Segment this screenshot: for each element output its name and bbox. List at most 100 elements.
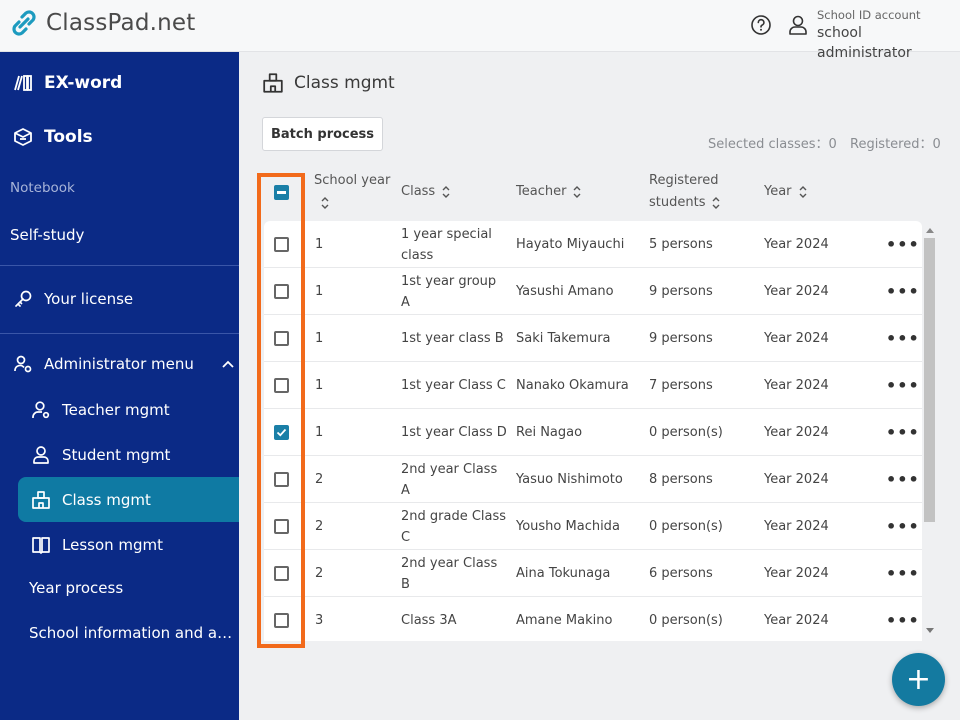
cell-registered-students: 0 person(s) (649, 425, 723, 440)
more-options-icon[interactable]: ••• (886, 564, 920, 583)
sidebar: EX-word Tools Notebook Self-study Your l… (0, 52, 239, 720)
cell-year: Year 2024 (764, 331, 829, 346)
cell-year: Year 2024 (764, 284, 829, 299)
table-row[interactable]: 1 1st year class B Saki Takemura 9 persons Y… (264, 315, 922, 362)
table-row[interactable]: 1 1st year Class D Rei Nagao 0 person(s) Yea… (264, 409, 922, 456)
more-options-icon[interactable]: ••• (886, 423, 920, 442)
table-row[interactable]: 2 2nd year Class B Aina Tokunaga 6 persons Ye… (264, 550, 922, 597)
cell-teacher: Hayato Miyauchi (516, 237, 625, 252)
cell-registered-students: 6 persons (649, 566, 713, 581)
selected-classes-count: Selected classes：0 (708, 137, 837, 152)
building-icon (263, 73, 283, 93)
row-checkbox[interactable] (274, 519, 289, 534)
sidebar-item-administrator-menu[interactable]: Administrator menu (12, 353, 251, 375)
sidebar-item-ex-word[interactable]: EX-word (12, 72, 251, 94)
scroll-up-arrow-icon[interactable] (926, 228, 934, 233)
table-row[interactable]: 3 Class 3A Amane Makino 0 person(s) Year 202… (264, 597, 922, 641)
more-options-icon[interactable]: ••• (886, 470, 920, 489)
class-table: 1 1 year special class Hayato Miyauchi 5 per… (264, 221, 922, 641)
sort-icon[interactable] (711, 196, 721, 210)
cell-year: Year 2024 (764, 566, 829, 581)
add-class-button[interactable]: + (892, 653, 945, 706)
more-options-icon[interactable]: ••• (886, 611, 920, 630)
more-options-icon[interactable]: ••• (886, 517, 920, 536)
account-info[interactable]: School ID account school administrator (817, 8, 960, 63)
cell-class: 1 year special class (401, 227, 492, 263)
admin-icon (12, 353, 34, 375)
table-row[interactable]: 2 2nd year Class A Yasuo Nishimoto 8 persons… (264, 456, 922, 503)
cell-school-year: 2 (315, 519, 324, 534)
cell-year: Year 2024 (764, 519, 829, 534)
cell-class: Class 3A (401, 613, 457, 628)
cell-year: Year 2024 (764, 613, 829, 628)
app-logo[interactable]: ClassPad.net (10, 9, 196, 37)
table-row[interactable]: 2 2nd grade Class C Yousho Machida 0 person(… (264, 503, 922, 550)
cell-teacher: Yasushi Amano (516, 284, 614, 299)
cell-teacher: Yasuo Nishimoto (516, 472, 623, 487)
scroll-thumb[interactable] (924, 238, 935, 522)
user-account-icon[interactable] (788, 14, 808, 36)
row-checkbox[interactable] (274, 613, 289, 628)
row-checkbox[interactable] (274, 472, 289, 487)
chevron-up-icon[interactable] (222, 360, 234, 368)
row-checkbox[interactable] (274, 378, 289, 393)
column-header-year[interactable]: Year (764, 181, 808, 203)
more-options-icon[interactable]: ••• (886, 329, 920, 348)
sidebar-item-year-process[interactable]: Year process (29, 579, 268, 597)
sort-icon[interactable] (572, 185, 582, 199)
row-checkbox[interactable] (274, 331, 289, 346)
sidebar-divider (0, 265, 239, 266)
more-options-icon[interactable]: ••• (886, 235, 920, 254)
help-icon[interactable] (750, 14, 772, 36)
table-row[interactable]: 1 1st year group A Yasushi Amano 9 persons Ye… (264, 268, 922, 315)
cell-teacher: Aina Tokunaga (516, 566, 611, 581)
column-header-school-year[interactable]: School year (314, 170, 390, 214)
cell-year: Year 2024 (764, 472, 829, 487)
sort-icon[interactable] (798, 185, 808, 199)
cell-registered-students: 0 person(s) (649, 613, 723, 628)
cell-registered-students: 9 persons (649, 331, 713, 346)
row-checkbox[interactable] (274, 425, 289, 440)
key-icon (12, 288, 34, 310)
row-checkbox[interactable] (274, 237, 289, 252)
app-title: ClassPad.net (46, 10, 196, 36)
cell-registered-students: 0 person(s) (649, 519, 723, 534)
column-header-registered-students[interactable]: Registered students (649, 170, 721, 214)
cell-school-year: 1 (315, 284, 324, 299)
user-icon (30, 444, 52, 466)
sidebar-item-school-information[interactable]: School information and a… (29, 624, 268, 642)
registered-count: Registered：0 (850, 137, 941, 152)
scroll-down-arrow-icon[interactable] (926, 628, 934, 633)
sort-icon[interactable] (320, 196, 330, 210)
sidebar-item-class-mgmt[interactable]: Class mgmt (18, 477, 239, 522)
teacher-icon (30, 399, 52, 421)
sidebar-item-self-study[interactable]: Self-study (10, 226, 249, 244)
sidebar-item-your-license[interactable]: Your license (12, 288, 251, 310)
toolbox-icon (12, 126, 34, 148)
column-header-teacher[interactable]: Teacher (516, 181, 582, 203)
cell-registered-students: 8 persons (649, 472, 713, 487)
cell-registered-students: 9 persons (649, 284, 713, 299)
sidebar-item-student-mgmt[interactable]: Student mgmt (30, 444, 269, 466)
cell-class: 2nd year Class B (401, 556, 498, 592)
more-options-icon[interactable]: ••• (886, 282, 920, 301)
cell-school-year: 2 (315, 566, 324, 581)
table-row[interactable]: 1 1 year special class Hayato Miyauchi 5 per… (264, 221, 922, 268)
cell-year: Year 2024 (764, 425, 829, 440)
select-all-checkbox[interactable] (274, 185, 289, 200)
batch-process-button[interactable]: Batch process (262, 117, 384, 151)
cell-teacher: Yousho Machida (516, 519, 620, 534)
table-row[interactable]: 1 1st year Class C Nanako Okamura 7 persons… (264, 362, 922, 409)
sidebar-item-lesson-mgmt[interactable]: Lesson mgmt (30, 534, 269, 556)
sidebar-item-teacher-mgmt[interactable]: Teacher mgmt (30, 399, 269, 421)
table-scrollbar[interactable] (924, 226, 936, 636)
column-header-class[interactable]: Class (401, 181, 451, 203)
cell-school-year: 1 (315, 425, 324, 440)
sort-icon[interactable] (441, 185, 451, 199)
more-options-icon[interactable]: ••• (886, 376, 920, 395)
row-checkbox[interactable] (274, 566, 289, 581)
row-checkbox[interactable] (274, 284, 289, 299)
sidebar-item-tools[interactable]: Tools (12, 126, 251, 148)
cell-teacher: Nanako Okamura (516, 378, 629, 393)
cell-registered-students: 7 persons (649, 378, 713, 393)
